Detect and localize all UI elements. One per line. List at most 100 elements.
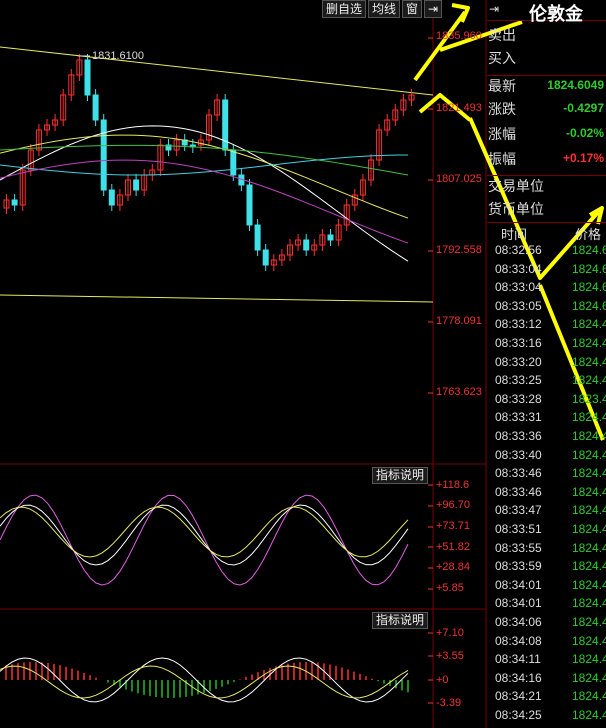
tick-time: 08:33:04: [495, 261, 542, 276]
tick-price: 1824.4: [572, 447, 606, 462]
tick-time: 08:34:16: [495, 670, 542, 685]
trend-line-lower: [0, 294, 434, 303]
tick-row: 08:34:11 1824.4: [487, 652, 606, 671]
tick-row: 08:33:47 1824.4: [487, 503, 606, 522]
macd-dif-line: [0, 657, 409, 703]
tick-row: 08:33:12 1824.4: [487, 317, 606, 336]
tick-price: 1824.4: [572, 689, 606, 704]
tick-time: 08:33:12: [495, 317, 542, 332]
tick-price: 1824.4: [572, 336, 606, 350]
indicator1-axis-label: +28.84: [436, 561, 470, 573]
indicator2-axis-label: +0: [436, 674, 449, 686]
price-axis-label: 1835.960: [436, 30, 482, 42]
tick-price: 1823.4: [572, 391, 606, 406]
tick-price: 1824.4: [572, 429, 606, 443]
tick-time: 08:33:16: [495, 336, 542, 350]
delete-watchlist-button[interactable]: 删自选: [322, 0, 367, 18]
trend-line-upper: [0, 46, 434, 96]
tick-time: 08:33:59: [495, 559, 542, 574]
kdj-j-line: [0, 494, 409, 586]
candle-body: [262, 249, 269, 266]
latest-label: 最新: [488, 78, 516, 94]
tick-time: 08:34:25: [495, 708, 542, 722]
tick-row: 08:34:01 1824.4: [487, 578, 606, 597]
indicator2-axis-label: -3.39: [436, 697, 462, 709]
tick-price: 1824.4: [572, 317, 606, 332]
tick-time: 08:33:46: [495, 484, 542, 499]
amplitude-label: 振幅: [488, 151, 516, 167]
candle-body: [230, 149, 237, 176]
indicator2-info-button[interactable]: 指标说明: [372, 612, 429, 629]
tick-price: 1824.4: [572, 522, 606, 536]
tick-price: 1824.4: [572, 466, 606, 481]
tick-row: 08:33:31 1824.4: [487, 410, 606, 429]
tick-price: 1824.6: [572, 261, 606, 276]
ma-line-button[interactable]: 均线: [368, 0, 401, 18]
tick-row: 08:33:04 1824.6: [487, 280, 606, 299]
latest-row: 最新 1824.6049: [487, 75, 606, 94]
tick-row: 08:34:25 1824.4: [487, 708, 606, 727]
tick-row: 08:33:05 1824.6: [487, 299, 606, 318]
tick-row: 08:33:04 1824.6: [487, 262, 606, 281]
col-time-header: 时间: [501, 227, 528, 242]
tick-row: 08:33:59 1824.4: [487, 559, 606, 578]
price-axis-label: 1778.091: [436, 315, 482, 327]
tick-time: 08:33:40: [495, 447, 542, 462]
high-marker-label: 1831.6100: [92, 50, 144, 62]
candle-body: [92, 94, 99, 121]
panel-pin-icon[interactable]: ⇥: [489, 2, 499, 16]
tick-row: 08:33:46 1824.4: [487, 466, 606, 485]
tick-row: 08:33:16 1824.4: [487, 336, 606, 355]
col-price-header: 价格: [575, 227, 602, 242]
tick-price: 1824.4: [572, 708, 606, 722]
indicator1-axis-label: +73.71: [436, 520, 470, 532]
kdj-k-line: [0, 504, 409, 566]
tick-row: 08:34:16 1824.4: [487, 671, 606, 690]
quote-panel: ⇥ 伦敦金 卖出 买入 最新 1824.6049 涨跌 -0.4297 涨幅 -…: [487, 0, 606, 728]
indicator1-axis-label: +5.85: [436, 582, 464, 594]
tick-row: 08:33:25 1824.4: [487, 373, 606, 392]
pin-icon[interactable]: ⇥: [424, 0, 443, 18]
tick-time: 08:34:06: [495, 615, 542, 629]
tick-time: 08:32:56: [495, 243, 542, 257]
change-label: 涨跌: [488, 101, 516, 117]
tick-time: 08:33:47: [495, 503, 542, 518]
tick-row: 08:34:08 1824.4: [487, 634, 606, 653]
indicator1-axis-label: +51.82: [436, 541, 470, 553]
tick-price: 1824.4: [572, 577, 606, 592]
ma20-line: [0, 144, 409, 176]
tick-price: 1824.4: [572, 540, 606, 555]
candle-body: [84, 59, 91, 96]
tick-time: 08:34:01: [495, 577, 542, 592]
panel-header: ⇥ 伦敦金: [487, 0, 606, 24]
window-button[interactable]: 窗: [402, 0, 423, 18]
tick-price: 1824.4: [572, 670, 606, 685]
tick-price: 1824.4: [572, 652, 606, 667]
ma5-line: [0, 125, 409, 262]
tick-price: 1824.4: [572, 503, 606, 518]
candle-body: [254, 224, 261, 251]
tick-time: 08:34:01: [495, 596, 542, 611]
pct-label: 涨幅: [488, 126, 516, 142]
tick-time: 08:33:05: [495, 298, 542, 313]
tick-time: 08:33:55: [495, 540, 542, 555]
tick-row: 08:34:01 1824.4: [487, 596, 606, 615]
indicator1-info-button[interactable]: 指标说明: [372, 467, 429, 484]
instrument-title: 伦敦金: [529, 4, 583, 24]
tick-price: 1824.4: [572, 354, 606, 369]
tick-row: 08:33:46 1824.4: [487, 485, 606, 504]
tick-time: 08:33:36: [495, 429, 542, 443]
candle-body: [108, 189, 115, 206]
indicator1-axis-label: +118.6: [436, 479, 470, 491]
price-axis-label: 1763.623: [436, 386, 482, 398]
amplitude-value: +0.17%: [562, 151, 604, 165]
indicator2-axis-label: +7.10: [436, 627, 464, 639]
buy-label: 买入: [488, 50, 516, 66]
price-axis-label: 1807.025: [436, 173, 482, 185]
tick-price: 1824.4: [572, 373, 606, 388]
sell-label: 卖出: [488, 27, 516, 43]
tick-time: 08:33:25: [495, 373, 542, 388]
tick-price: 1824.6: [572, 280, 606, 295]
tick-price: 1824.4: [572, 633, 606, 648]
tick-time: 08:34:08: [495, 633, 542, 648]
